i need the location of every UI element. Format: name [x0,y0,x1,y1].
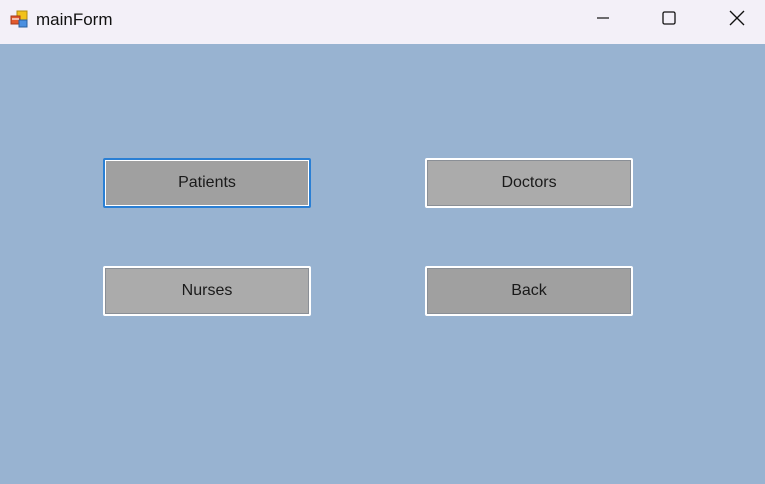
close-button[interactable] [704,0,765,40]
minimize-icon [595,10,611,31]
minimize-button[interactable] [570,0,636,40]
nurses-button[interactable]: Nurses [103,266,311,316]
maximize-button[interactable] [636,0,702,40]
patients-button[interactable]: Patients [103,158,311,208]
doctors-button[interactable]: Doctors [425,158,633,208]
window-title: mainForm [36,10,113,29]
back-button[interactable]: Back [425,266,633,316]
maximize-icon [661,10,677,31]
close-icon [728,9,746,32]
form-client-area [0,44,765,484]
title-bar[interactable]: mainForm [0,0,765,44]
app-icon[interactable] [10,10,28,28]
